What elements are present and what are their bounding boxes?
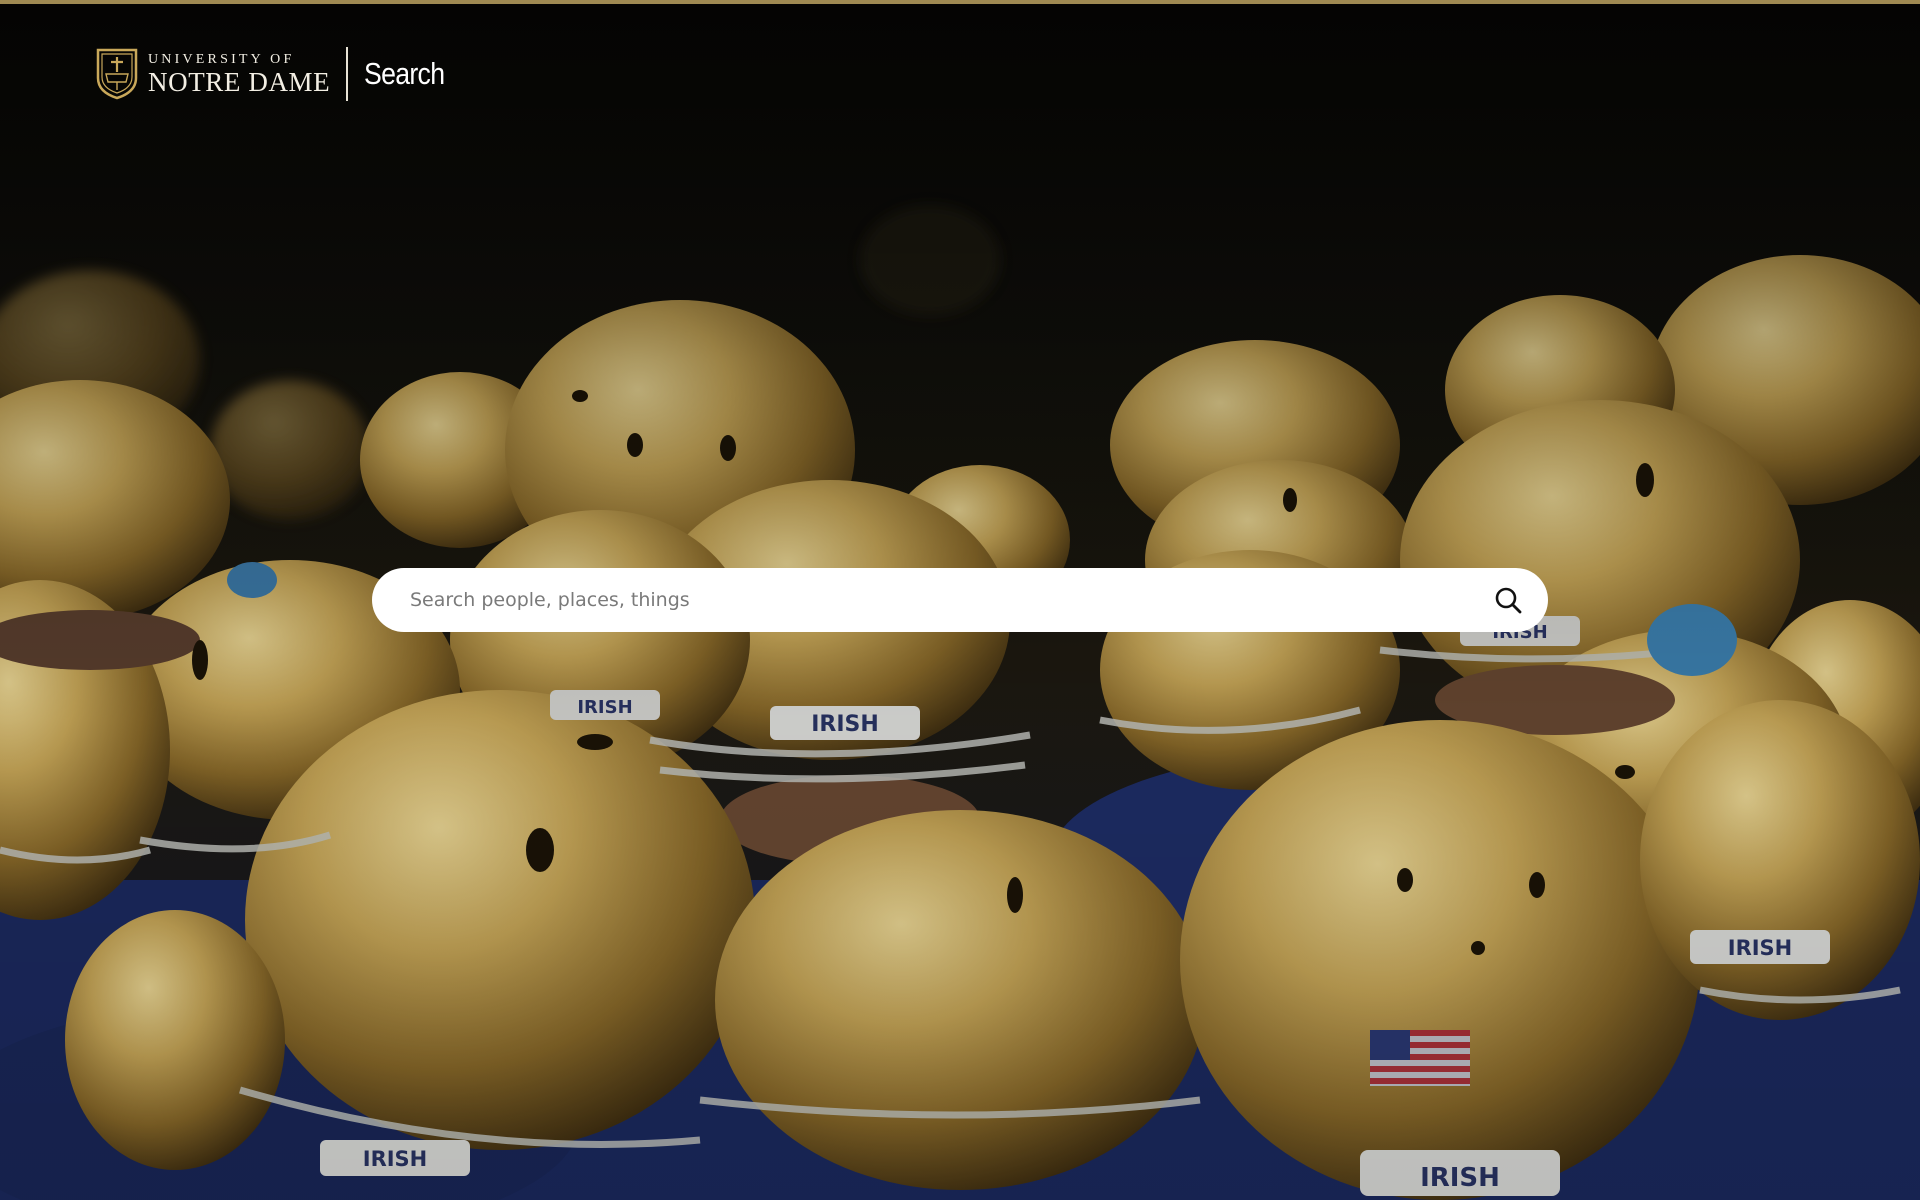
helmet-label: IRISH: [363, 1147, 428, 1171]
search-input[interactable]: [408, 579, 1488, 621]
university-logo-link[interactable]: UNIVERSITY OF NOTRE DAME: [96, 48, 330, 100]
wordmark-line-2: NOTRE DAME: [148, 66, 331, 97]
top-gold-rule: [0, 0, 1920, 4]
university-wordmark: UNIVERSITY OF NOTRE DAME: [148, 51, 331, 97]
us-flag-decal: [1370, 1030, 1470, 1086]
crest-icon: [96, 48, 138, 100]
site-name-link[interactable]: Search: [364, 56, 445, 92]
header-divider: [346, 47, 349, 101]
helmet-label: IRISH: [577, 697, 632, 718]
wordmark-line-1: UNIVERSITY OF: [148, 51, 295, 67]
search-landing-page: IRISH IRISH IRISH IRISH IRISH IRISH UNIV…: [0, 0, 1920, 1200]
helmet-label: IRISH: [811, 712, 879, 737]
helmet-label: IRISH: [1420, 1163, 1500, 1193]
search-icon: [1495, 587, 1522, 614]
search-form: [372, 568, 1548, 632]
site-header: UNIVERSITY OF NOTRE DAME Search: [96, 46, 458, 102]
search-button[interactable]: [1488, 580, 1528, 620]
helmet-label: IRISH: [1728, 936, 1793, 960]
